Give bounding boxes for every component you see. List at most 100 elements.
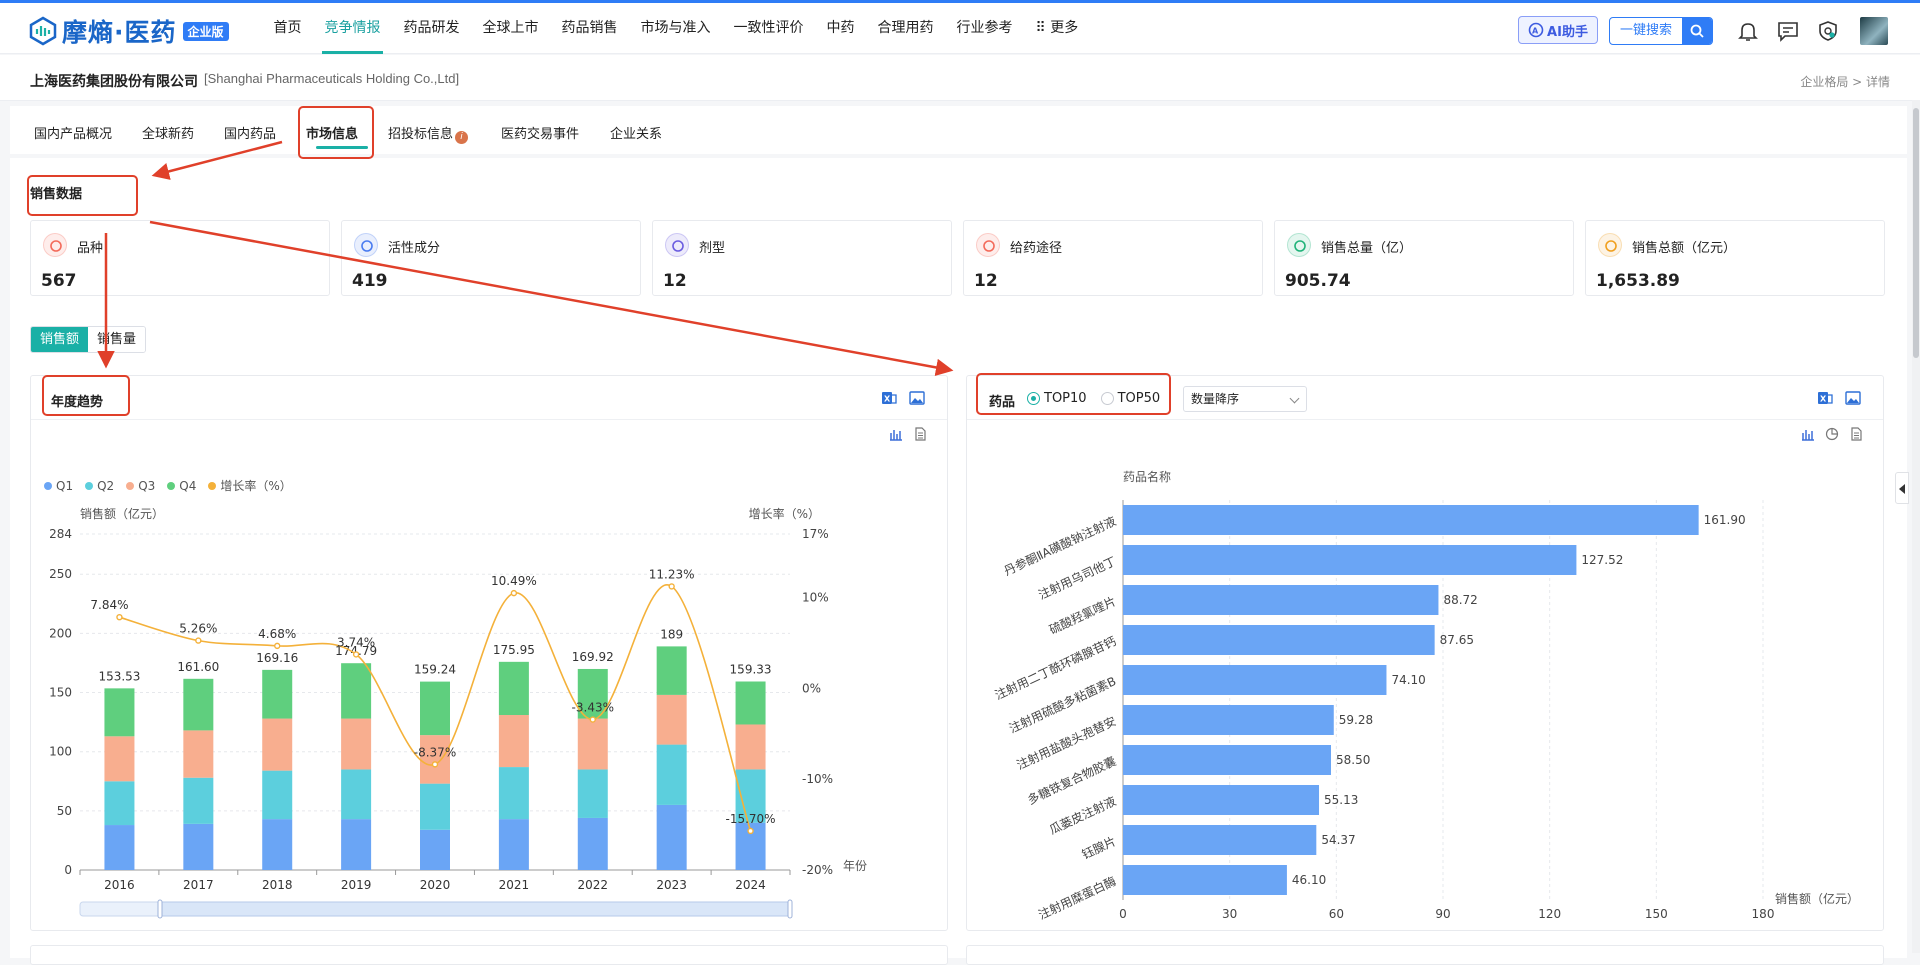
logo[interactable]: 摩熵·医药 企业版	[28, 13, 229, 49]
bar-value-label: 88.72	[1443, 593, 1477, 607]
x-tick-label: 120	[1538, 907, 1561, 921]
flower-icon	[43, 233, 67, 257]
y-tick-label: 注射用糜蛋白酶	[1036, 873, 1118, 922]
y2-tick-label: 0%	[802, 681, 821, 695]
nav-global-launch[interactable]: 全球上市	[471, 3, 550, 54]
shield-icon[interactable]	[1816, 19, 1840, 43]
annual-trend-chart: 销售额（亿元） 增长率（%） 0 50 100 150 200 250 284 17% 10% 0% -…	[49, 506, 867, 919]
stat-label: 活性成分	[388, 241, 441, 256]
bar-segment-q3	[183, 730, 214, 778]
x-tick-label: 150	[1645, 907, 1668, 921]
nav-market-access[interactable]: 市场与准入	[629, 3, 722, 54]
stat-label: 给药途径	[1010, 241, 1063, 256]
nav-tcm[interactable]: 中药	[815, 3, 866, 54]
bar-segment-q1	[577, 817, 608, 870]
toggle-sales-volume[interactable]: 销售量	[88, 327, 146, 352]
nav-more[interactable]: ⠿ 更多	[1024, 3, 1090, 54]
avatar[interactable]	[1860, 17, 1888, 45]
drug-bar	[1123, 625, 1435, 655]
message-icon[interactable]	[1776, 19, 1800, 43]
drug-bar	[1123, 745, 1331, 775]
x-tick-label: 2020	[420, 878, 451, 892]
drug-bar	[1123, 705, 1334, 735]
bar-segment-q4	[735, 681, 766, 725]
y2-tick-label: 17%	[802, 527, 829, 541]
nav-consistency-eval[interactable]: 一致性评价	[722, 3, 815, 54]
x-axis-title: 销售额（亿元）	[1775, 891, 1859, 906]
stat-value: 567	[41, 271, 77, 291]
bar-segment-q3	[656, 694, 687, 745]
x-tick-label: 2023	[656, 878, 687, 892]
growth-rate-point	[589, 716, 596, 723]
bar-segment-q4	[498, 661, 529, 716]
ai-assistant-button[interactable]: A AI助手	[1518, 16, 1598, 44]
nav-industry-ref[interactable]: 行业参考	[945, 3, 1024, 54]
bar-segment-q2	[577, 769, 608, 818]
bar-segment-q2	[656, 744, 687, 805]
y2-tick-label: -10%	[802, 772, 833, 786]
growth-rate-label: 5.26%	[179, 622, 217, 636]
stat-value: 12	[663, 271, 687, 291]
tab-market-info[interactable]: 市场信息	[306, 123, 358, 142]
bar-total-label: 175.95	[493, 643, 535, 657]
y-tick-label: 200	[49, 626, 72, 640]
active-tab-indicator	[316, 146, 368, 149]
bar-segment-q4	[341, 663, 372, 719]
quick-search-button[interactable]: 一键搜索	[1609, 17, 1713, 45]
tab-domestic-overview[interactable]: 国内产品概况	[34, 123, 112, 142]
syringe-icon	[976, 233, 1000, 257]
growth-rate-label: 4.68%	[258, 627, 296, 641]
company-header: 上海医药集团股份有限公司 [Shanghai Pharmaceuticals H…	[0, 55, 1920, 101]
x-tick-label: 90	[1435, 907, 1450, 921]
quick-search-label: 一键搜索	[1619, 23, 1672, 38]
pill-icon	[665, 233, 689, 257]
drug-bar	[1123, 865, 1287, 895]
section-title-sales: 销售数据	[30, 187, 83, 202]
bar-value-label: 46.10	[1292, 873, 1326, 887]
drug-bar	[1123, 585, 1439, 615]
drug-bar	[1123, 545, 1577, 575]
breadcrumb[interactable]: 企业格局 > 详情	[1800, 73, 1890, 90]
y-tick-label: 瓜蒌皮注射液	[1047, 793, 1119, 837]
bell-icon[interactable]	[1736, 19, 1760, 43]
bar-value-label: 54.37	[1321, 833, 1355, 847]
tab-bidding-info[interactable]: 招投标信息 i	[388, 123, 469, 144]
molecule-icon	[354, 233, 378, 257]
logo-icon	[29, 16, 57, 46]
x-tick-label: 2022	[578, 878, 609, 892]
stat-value: 12	[974, 271, 998, 291]
bar-segment-q3	[577, 718, 608, 770]
next-panel-left	[30, 945, 948, 965]
company-english-name: [Shanghai Pharmaceuticals Holding Co.,Lt…	[204, 71, 460, 86]
growth-rate-label: 10.49%	[491, 574, 537, 588]
stat-label: 销售总额（亿元）	[1632, 241, 1737, 256]
nav-competitive-intel[interactable]: 竞争情报	[313, 3, 392, 54]
growth-rate-point	[747, 827, 754, 835]
stat-card-total-volume: 销售总量（亿） 905.74	[1274, 220, 1574, 296]
nav-drug-sales[interactable]: 药品销售	[550, 3, 629, 54]
data-zoom-handle	[787, 899, 793, 919]
growth-rate-label: 7.84%	[90, 598, 128, 612]
toggle-sales-amount[interactable]: 销售额	[31, 327, 89, 352]
tab-bidding-label: 招投标信息	[388, 127, 454, 142]
nav-home[interactable]: 首页	[262, 3, 313, 54]
tab-enterprise-relations[interactable]: 企业关系	[610, 123, 662, 142]
bar-segment-q1	[262, 819, 293, 870]
svg-text:A: A	[1532, 27, 1539, 36]
x-tick-label: 180	[1752, 907, 1775, 921]
bar-segment-q4	[420, 681, 450, 736]
y2-axis-title: 增长率（%）	[749, 506, 820, 521]
y-tick-label: 250	[49, 567, 72, 581]
nav-drug-rd[interactable]: 药品研发	[392, 3, 471, 54]
y-tick-label: 钰腺片	[1080, 834, 1119, 862]
stat-value: 1,653.89	[1596, 271, 1680, 291]
tab-pharma-deals[interactable]: 医药交易事件	[501, 123, 579, 142]
tab-domestic-drugs[interactable]: 国内药品	[224, 123, 276, 142]
tab-global-new-drugs[interactable]: 全球新药	[142, 123, 194, 142]
x-tick-label: 2016	[104, 878, 135, 892]
collapse-side-panel-button[interactable]	[1895, 472, 1909, 504]
bar-segment-q2	[498, 767, 529, 820]
scrollbar-thumb[interactable]	[1913, 108, 1919, 358]
y-tick-label: 284	[49, 527, 72, 541]
nav-rational-use[interactable]: 合理用药	[866, 3, 945, 54]
